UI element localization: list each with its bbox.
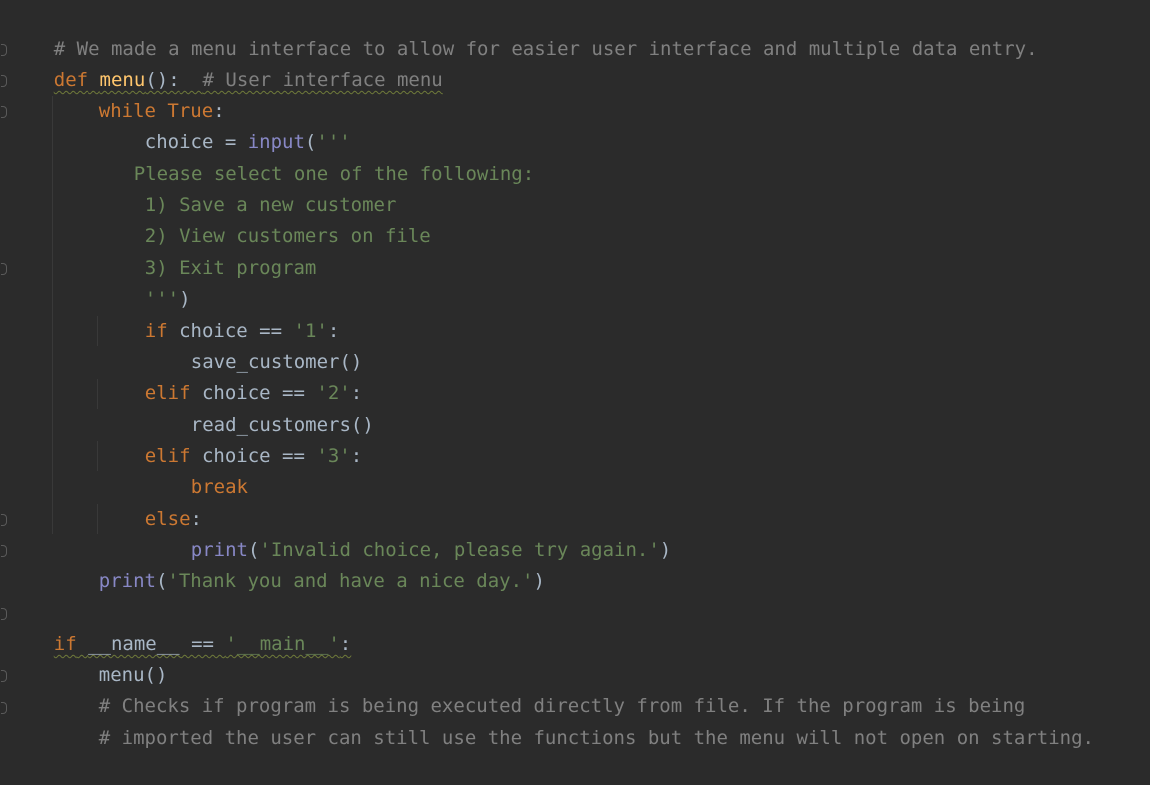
code-line-6: 1) Save a new customer: [99, 159, 397, 216]
code-line-13: read_customers(): [145, 379, 374, 436]
code-line-12: elif choice == '2':: [99, 347, 362, 404]
print-open-paren: (: [155, 570, 168, 592]
indent-guide: [97, 379, 98, 409]
fold-marker-icon[interactable]: [1, 263, 7, 275]
thank-you-string: 'Thank you and have a nice day.': [167, 570, 534, 592]
fold-marker-icon[interactable]: [1, 608, 7, 620]
code-line-21: menu(): [53, 629, 168, 686]
code-line-18: print('Thank you and have a nice day.'): [53, 535, 545, 592]
code-line-17: print('Invalid choice, please try again.…: [145, 504, 671, 561]
code-line-22: # Checks if program is being executed di…: [53, 660, 1026, 717]
code-line-10: if choice == '1':: [99, 285, 340, 342]
fold-marker-icon[interactable]: [1, 545, 7, 557]
indent-guide: [97, 316, 98, 346]
fold-marker-icon[interactable]: [1, 514, 7, 526]
indent-guide: [52, 96, 53, 534]
fold-marker-icon[interactable]: [1, 670, 7, 682]
main-equals: ==: [179, 633, 226, 655]
fold-marker-icon[interactable]: [1, 44, 7, 56]
value-3: '3': [316, 445, 351, 467]
print-close-paren: ): [659, 539, 672, 561]
code-line-7: 2) View customers on file: [99, 190, 431, 247]
code-line-14: elif choice == '3':: [99, 410, 362, 467]
indent-guide: [97, 504, 98, 534]
fold-marker-icon[interactable]: [1, 106, 7, 118]
print-builtin: print: [98, 570, 156, 592]
main-colon: :: [339, 633, 352, 655]
code-line-23: # imported the user can still use the fu…: [53, 692, 1094, 749]
code-line-20: if __name__ == '__main__':: [8, 598, 351, 655]
elif-colon: :: [350, 445, 363, 467]
print-close-paren: ): [533, 570, 545, 592]
code-line-5: Please select one of the following:: [88, 128, 534, 185]
indent-guide: [97, 441, 98, 471]
comment-bottom-2: # imported the user can still use the fu…: [98, 727, 1094, 749]
code-line-8: 3) Exit program: [99, 222, 317, 279]
code-editor[interactable]: # We made a menu interface to allow for …: [0, 0, 1150, 758]
code-line-4: choice = input(''': [99, 96, 351, 153]
code-line-11: save_customer(): [145, 316, 363, 373]
code-line-16: else:: [99, 473, 202, 530]
code-line-3: while True:: [53, 65, 225, 122]
code-line-2: def menu(): # User interface menu: [8, 34, 443, 91]
def-comment: # User interface menu: [202, 69, 443, 91]
fold-marker-icon[interactable]: [1, 75, 7, 87]
main-string: '__main__': [225, 633, 340, 655]
fold-marker-icon[interactable]: [1, 702, 7, 714]
code-line-1: # We made a menu interface to allow for …: [8, 3, 1038, 60]
code-line-9: '''): [99, 253, 191, 310]
code-line-15: break: [145, 441, 248, 498]
